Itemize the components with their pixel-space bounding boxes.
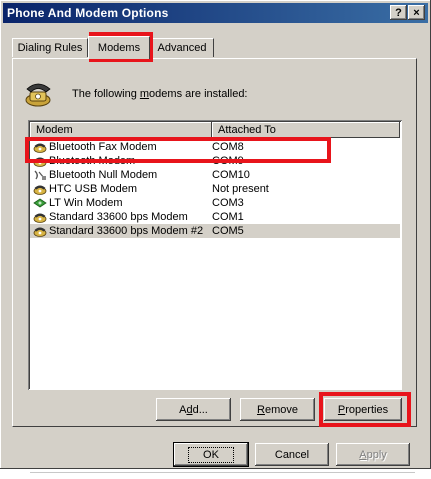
modems-intro: The following modems are installed:	[24, 78, 404, 110]
attached-port: COM5	[212, 225, 244, 237]
attached-port: Not present	[212, 183, 269, 195]
attached-port: COM10	[212, 169, 250, 181]
intro-text: The following modems are installed:	[72, 88, 248, 100]
modem-icon	[33, 155, 47, 167]
attached-port: COM1	[212, 211, 244, 223]
phone-and-modem-options-dialog: Phone And Modem Options ? × Dialing Rule…	[0, 0, 431, 469]
remove-button[interactable]: Remove	[240, 398, 315, 421]
phone-modem-icon	[25, 83, 51, 107]
divider	[30, 472, 415, 473]
modem-icon	[33, 211, 47, 223]
list-item[interactable]: Bluetooth Modem COM9	[30, 154, 400, 168]
attached-port: COM3	[212, 197, 244, 209]
column-header-modem[interactable]: Modem	[30, 122, 212, 138]
modem-name: Bluetooth Fax Modem	[49, 141, 157, 153]
help-button[interactable]: ?	[390, 5, 407, 20]
list-header: Modem Attached To	[30, 122, 400, 138]
tab-advanced[interactable]: Advanced	[150, 38, 214, 57]
apply-button[interactable]: Apply	[336, 443, 410, 466]
modem-name: Standard 33600 bps Modem #2	[49, 225, 204, 237]
help-icon: ?	[395, 6, 402, 19]
modem-icon	[33, 141, 47, 153]
modem-name: Standard 33600 bps Modem	[49, 211, 188, 223]
list-rows: Bluetooth Fax Modem COM8 Bluetooth Modem CO…	[30, 140, 400, 238]
window-title: Phone And Modem Options	[7, 6, 169, 20]
list-item[interactable]: Bluetooth Null Modem COM10	[30, 168, 400, 182]
title-bar[interactable]: Phone And Modem Options ? ×	[3, 3, 428, 23]
list-item[interactable]: LT Win Modem COM3	[30, 196, 400, 210]
attached-port: COM8	[212, 141, 244, 153]
column-header-attached-to[interactable]: Attached To	[212, 122, 400, 138]
ok-button[interactable]: OK	[174, 443, 248, 466]
list-item[interactable]: Standard 33600 bps Modem #2 COM5	[30, 224, 400, 238]
list-item[interactable]: HTC USB Modem Not present	[30, 182, 400, 196]
modem-name: Bluetooth Modem	[49, 155, 136, 167]
modem-name: HTC USB Modem	[49, 183, 138, 195]
list-item[interactable]: Standard 33600 bps Modem COM1	[30, 210, 400, 224]
modem-name: Bluetooth Null Modem	[49, 169, 158, 181]
close-icon: ×	[413, 6, 420, 19]
modem-list[interactable]: Modem Attached To Bluetooth Fax Modem COM…	[28, 120, 402, 390]
cancel-button[interactable]: Cancel	[255, 443, 329, 466]
close-button[interactable]: ×	[408, 5, 425, 20]
modem-icon	[33, 225, 47, 237]
winmodem-icon	[33, 197, 47, 209]
modem-name: LT Win Modem	[49, 197, 123, 209]
properties-button[interactable]: Properties	[324, 398, 402, 421]
tab-dialing-rules[interactable]: Dialing Rules	[12, 38, 88, 57]
attached-port: COM9	[212, 155, 244, 167]
tab-modems[interactable]: Modems	[88, 36, 150, 59]
add-button[interactable]: Ad d...	[156, 398, 231, 421]
null-modem-icon	[33, 169, 47, 181]
list-item[interactable]: Bluetooth Fax Modem COM8	[30, 140, 400, 154]
modem-icon	[33, 183, 47, 195]
